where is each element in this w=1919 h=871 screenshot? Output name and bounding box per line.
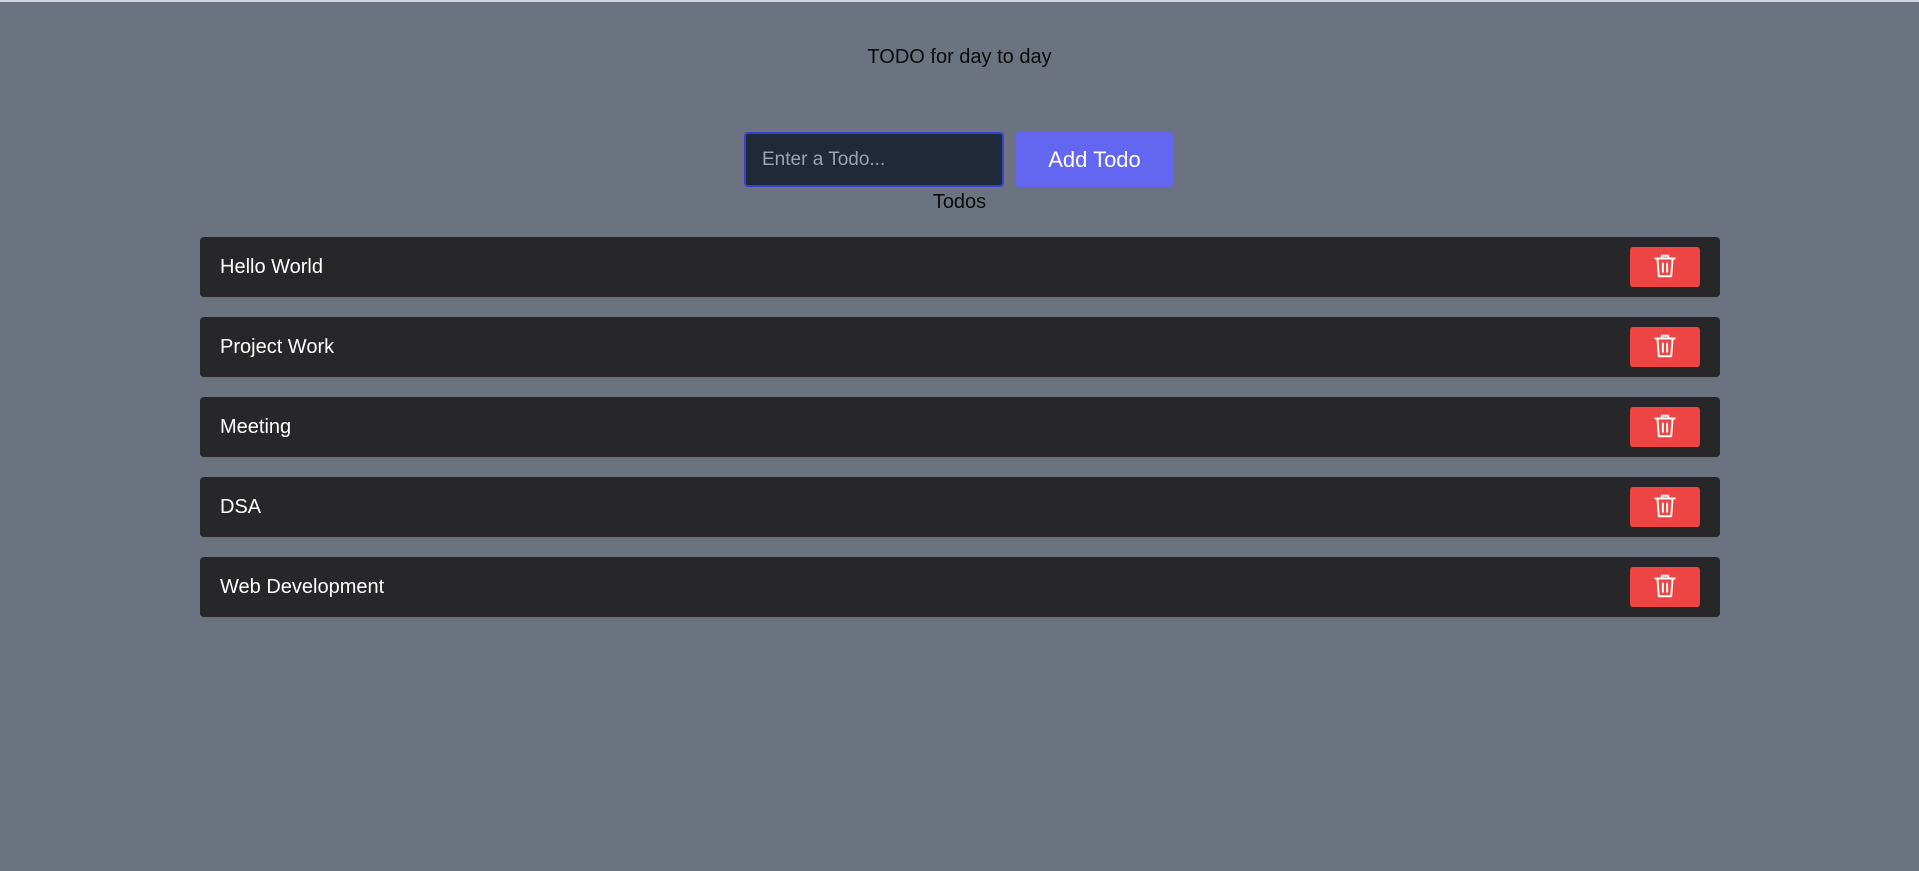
trash-icon	[1652, 572, 1678, 603]
trash-icon	[1652, 252, 1678, 283]
trash-icon	[1652, 332, 1678, 363]
todo-text: Hello World	[220, 255, 323, 278]
delete-todo-button[interactable]	[1630, 247, 1700, 287]
add-todo-button[interactable]: Add Todo	[1016, 132, 1173, 187]
todo-item: Project Work	[200, 317, 1720, 377]
add-todo-form: Add Todo	[744, 132, 1173, 187]
todo-text: Web Development	[220, 575, 385, 598]
todo-item: Meeting	[200, 397, 1720, 457]
delete-todo-button[interactable]	[1630, 407, 1700, 447]
todo-input[interactable]	[744, 132, 1004, 187]
delete-todo-button[interactable]	[1630, 487, 1700, 527]
todo-item: Web Development	[200, 557, 1720, 617]
delete-todo-button[interactable]	[1630, 567, 1700, 607]
todo-text: DSA	[220, 495, 262, 518]
todo-text: Project Work	[220, 335, 335, 358]
app-title: TODO for day to day	[867, 46, 1052, 68]
todo-text: Meeting	[220, 415, 292, 438]
trash-icon	[1652, 412, 1678, 443]
trash-icon	[1652, 492, 1678, 523]
todo-list: Hello World Project Work Meeting DSA Web…	[200, 237, 1720, 637]
todos-heading: Todos	[932, 191, 987, 213]
todo-item: DSA	[200, 477, 1720, 537]
delete-todo-button[interactable]	[1630, 327, 1700, 367]
todo-item: Hello World	[200, 237, 1720, 297]
top-border	[0, 0, 1919, 2]
